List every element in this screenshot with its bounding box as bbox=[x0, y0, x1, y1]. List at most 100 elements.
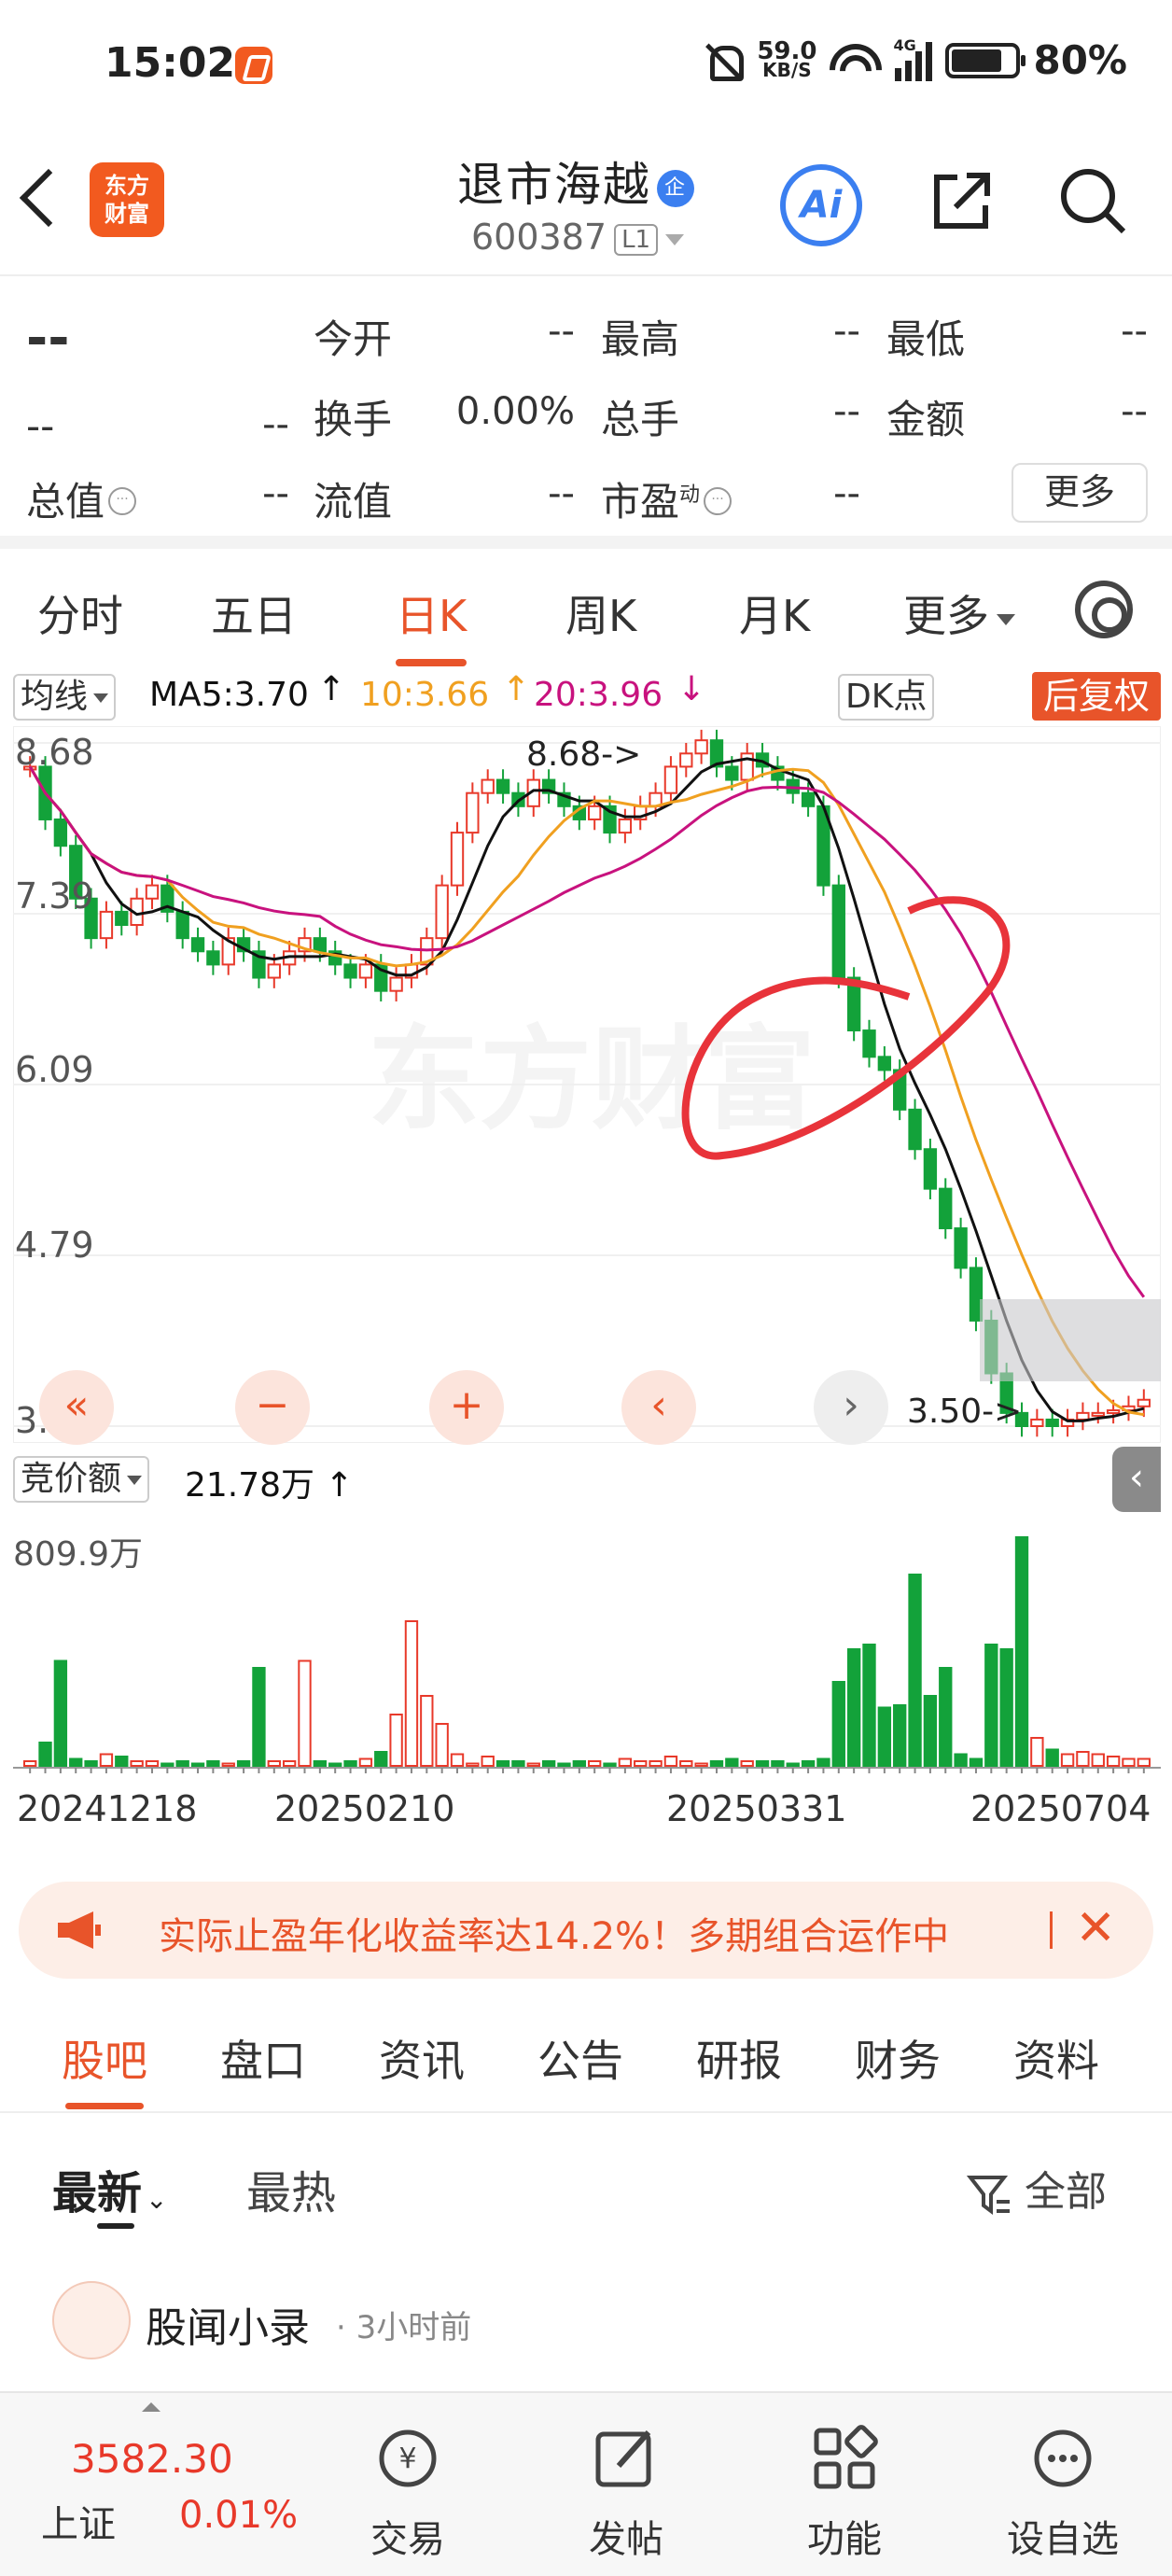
zoom-out-button[interactable]: − bbox=[235, 1370, 310, 1445]
volume-max-label: 809.9万 bbox=[13, 1535, 144, 1574]
candle bbox=[99, 910, 114, 940]
sort-latest[interactable]: 最新 ⌄ bbox=[52, 2156, 167, 2221]
tab-research[interactable]: 研报 bbox=[696, 2027, 782, 2089]
kline-chart[interactable]: 东方财富 8.68 7.39 6.09 4.79 3.50 8.68-> 3.5… bbox=[13, 726, 1161, 1443]
back-icon[interactable] bbox=[19, 168, 78, 228]
zoom-selection bbox=[980, 1299, 1161, 1381]
settings-gear-icon[interactable] bbox=[1075, 581, 1133, 638]
search-icon[interactable] bbox=[1058, 166, 1127, 235]
dk-select[interactable]: DK点 bbox=[838, 674, 935, 721]
adjust-button[interactable]: 后复权 bbox=[1031, 672, 1161, 721]
tab-more[interactable]: 更多 bbox=[903, 582, 1015, 644]
scroll-left-button[interactable]: ‹ bbox=[621, 1370, 696, 1445]
current-price: -- bbox=[26, 308, 70, 369]
section-tabs: 股吧 盘口 资讯 公告 研报 财务 资料 bbox=[0, 2001, 1172, 2113]
more-quote-button[interactable]: 更多 bbox=[1012, 463, 1148, 523]
app-logo[interactable]: 东方 财富 bbox=[90, 162, 164, 237]
candle bbox=[450, 832, 465, 887]
volume-bar bbox=[1045, 1748, 1059, 1767]
market-cap-label[interactable]: 总值 ··· bbox=[26, 470, 137, 527]
tab-finance[interactable]: 财务 bbox=[855, 2027, 941, 2089]
candle bbox=[1106, 1409, 1121, 1415]
post-author[interactable]: 股闻小录 bbox=[146, 2294, 310, 2354]
low-value: -- bbox=[1121, 310, 1148, 353]
nav-trade[interactable]: ¥ 交易 bbox=[338, 2412, 478, 2563]
chevron-up-icon[interactable] bbox=[142, 2402, 160, 2412]
tab-guba[interactable]: 股吧 bbox=[62, 2027, 147, 2109]
open-value: -- bbox=[548, 310, 575, 353]
post-item[interactable]: 股闻小录 · 3小时前 bbox=[0, 2259, 1172, 2389]
ma-header: 均线 MA5:3.70 ↑ 10:3.66 ↑ 20:3.96 ↓ DK点 后复… bbox=[13, 668, 1161, 724]
tab-intraday[interactable]: 分时 bbox=[37, 582, 123, 644]
volume-bar bbox=[649, 1760, 663, 1767]
tab-five-day[interactable]: 五日 bbox=[211, 582, 297, 644]
scroll-start-button[interactable]: « bbox=[39, 1370, 114, 1445]
tab-weekly-k[interactable]: 周K bbox=[565, 582, 636, 644]
volume-bar bbox=[160, 1762, 174, 1767]
volume-bar bbox=[343, 1760, 357, 1767]
filter-button[interactable]: 全部 bbox=[966, 2158, 1107, 2218]
share-icon[interactable] bbox=[929, 168, 995, 233]
info-icon: ··· bbox=[108, 486, 137, 515]
date-label: 20250331 bbox=[666, 1788, 847, 1829]
promo-banner[interactable]: 实际止盈年化收益率达14.2%！多期组合运作中 ✕ bbox=[19, 1882, 1153, 1979]
pe-label[interactable]: 市盈动 ··· bbox=[601, 470, 732, 527]
tab-monthly-k[interactable]: 月K bbox=[739, 582, 810, 644]
chevron-down-icon bbox=[665, 233, 685, 245]
y-tick: 7.39 bbox=[15, 875, 94, 917]
volume-bar bbox=[1076, 1751, 1090, 1767]
candle bbox=[115, 910, 129, 927]
sort-hot[interactable]: 最热 bbox=[246, 2156, 336, 2221]
volume-bar bbox=[709, 1760, 724, 1767]
volume-bar bbox=[1030, 1737, 1044, 1767]
volume-bar bbox=[541, 1760, 556, 1767]
volume-bar bbox=[831, 1681, 845, 1767]
volume-bar bbox=[282, 1760, 297, 1767]
index-value[interactable]: 3582.30 bbox=[71, 2436, 233, 2482]
filter-icon bbox=[966, 2176, 1010, 2215]
candle bbox=[1137, 1398, 1151, 1407]
volume-chart[interactable]: 809.9万 bbox=[13, 1506, 1161, 1773]
info-icon: ··· bbox=[704, 486, 732, 515]
tab-pankou[interactable]: 盘口 bbox=[220, 2027, 306, 2089]
zoom-in-button[interactable]: + bbox=[429, 1370, 504, 1445]
float-cap-value: -- bbox=[548, 472, 575, 515]
quote-panel: -- -- -- 今开 -- 最高 -- 最低 -- 换手 0.00% 总手 -… bbox=[0, 276, 1172, 549]
tab-announcements[interactable]: 公告 bbox=[537, 2027, 623, 2089]
ai-button[interactable]: Ai bbox=[780, 164, 862, 246]
tab-profile[interactable]: 资料 bbox=[1013, 2027, 1099, 2089]
nav-post[interactable]: 发帖 bbox=[556, 2412, 696, 2563]
close-icon[interactable]: ✕ bbox=[1075, 1904, 1116, 1953]
volume-bar bbox=[38, 1742, 52, 1767]
stock-code[interactable]: 600387 L1 bbox=[471, 217, 685, 258]
candle bbox=[939, 1187, 953, 1230]
kline-svg: 东方财富 bbox=[13, 726, 1161, 1443]
date-label: 20250704 bbox=[970, 1788, 1151, 1829]
volume-bar bbox=[1060, 1753, 1075, 1767]
index-change-pct[interactable]: 0.01% bbox=[179, 2494, 298, 2537]
volume-bar bbox=[298, 1659, 312, 1767]
bottom-nav: 3582.30 上证 0.01% ¥ 交易 发帖 功能 设自选 bbox=[0, 2391, 1172, 2576]
avatar[interactable] bbox=[52, 2281, 131, 2359]
indicator-select[interactable]: 均线 bbox=[13, 674, 117, 721]
volume-bar bbox=[1137, 1757, 1151, 1767]
volume-label: 总手 bbox=[601, 397, 680, 442]
tab-news[interactable]: 资讯 bbox=[379, 2027, 465, 2089]
volume-bar bbox=[130, 1760, 144, 1767]
tab-daily-k[interactable]: 日K bbox=[396, 582, 467, 666]
volume-bar bbox=[1106, 1756, 1121, 1767]
volume-bar bbox=[634, 1760, 648, 1767]
volume-bar bbox=[862, 1644, 876, 1767]
volume-bar bbox=[846, 1648, 861, 1767]
scroll-right-button[interactable]: › bbox=[814, 1370, 888, 1445]
volume-bar bbox=[588, 1760, 602, 1767]
volume-bar bbox=[725, 1757, 739, 1767]
index-name[interactable]: 上证 bbox=[41, 2494, 116, 2548]
stock-name: 退市海越企 bbox=[457, 147, 694, 215]
nav-functions[interactable]: 功能 bbox=[774, 2412, 914, 2563]
volume-bar bbox=[236, 1760, 251, 1767]
collapse-side-button[interactable]: ‹ bbox=[1112, 1447, 1161, 1512]
price-change: -- bbox=[26, 403, 55, 449]
volume-indicator-select[interactable]: 竞价额 bbox=[13, 1456, 150, 1503]
nav-add-watchlist[interactable]: 设自选 bbox=[993, 2412, 1133, 2563]
